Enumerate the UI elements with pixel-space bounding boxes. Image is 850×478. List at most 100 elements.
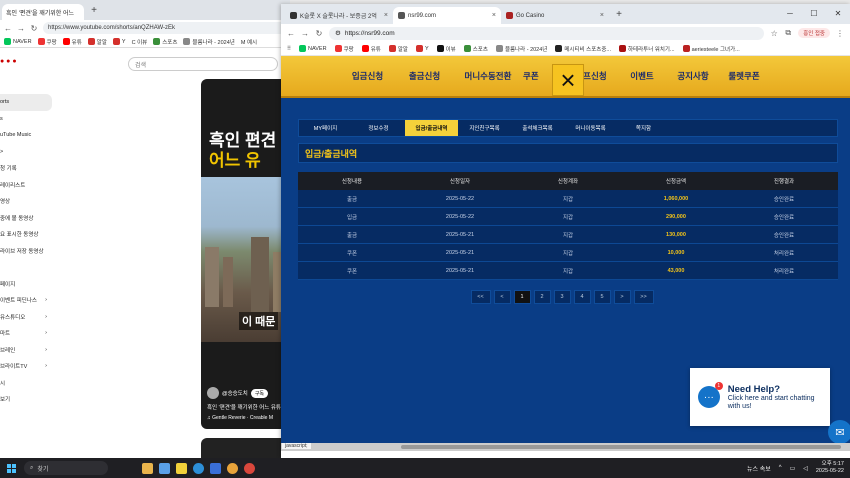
- horizontal-scrollbar[interactable]: [401, 445, 841, 449]
- minimize-icon[interactable]: ─: [778, 4, 802, 24]
- sidebar-item[interactable]: 보기: [0, 391, 52, 408]
- nav-event[interactable]: 이벤트: [619, 70, 665, 82]
- bookmark-item[interactable]: 스포츠: [463, 45, 488, 53]
- start-button[interactable]: [0, 458, 22, 478]
- youtube-search-input[interactable]: 검색: [128, 57, 278, 71]
- menu-icon[interactable]: ⋮: [836, 29, 844, 38]
- star-icon[interactable]: ☆: [770, 29, 778, 38]
- chrome-active-icon[interactable]: [244, 462, 255, 474]
- tab-deposit-withdraw-history[interactable]: 입금/출금내역: [405, 120, 458, 136]
- chat-launcher-icon[interactable]: ✉: [828, 420, 850, 443]
- bookmark-item[interactable]: 하테라투너 워치기...: [618, 45, 675, 53]
- page-button-2[interactable]: 2: [533, 290, 551, 304]
- close-window-icon[interactable]: ✕: [826, 4, 850, 24]
- bookmark-item[interactable]: 블룸나라 - 2024년: [183, 38, 235, 46]
- last-page-button[interactable]: >>: [633, 290, 654, 304]
- bookmark-item[interactable]: 알알: [388, 45, 408, 53]
- nav-money-transfer[interactable]: 머니수동전환: [453, 70, 523, 82]
- forward-arrow-icon[interactable]: →: [301, 29, 309, 38]
- sidebar-item[interactable]: 브라이트TV ›: [0, 358, 52, 375]
- chrome-icon[interactable]: [227, 462, 238, 474]
- sidebar-item[interactable]: uTube Music: [0, 127, 52, 144]
- forward-arrow-icon[interactable]: →: [17, 24, 25, 33]
- sidebar-item[interactable]: 페이지: [0, 276, 52, 293]
- bookmark-item[interactable]: 쿠팡: [37, 38, 57, 46]
- extensions-icon[interactable]: ⧉: [784, 28, 792, 38]
- close-icon[interactable]: ×: [492, 12, 496, 19]
- bookmark-item[interactable]: 이뷰: [436, 45, 456, 53]
- tab-mypage[interactable]: MY페이지: [299, 120, 352, 136]
- bookmark-item[interactable]: Y: [112, 38, 126, 45]
- youtube-logo-icon[interactable]: ● ● ●: [0, 58, 17, 65]
- next-page-button[interactable]: >: [613, 290, 631, 304]
- first-page-button[interactable]: <<: [470, 290, 491, 304]
- page-button-5[interactable]: 5: [593, 290, 611, 304]
- url-field[interactable]: ⚙ https://nsr99.com: [329, 26, 765, 40]
- new-tab-icon[interactable]: +: [88, 5, 100, 16]
- avatar[interactable]: [207, 387, 219, 399]
- short-music[interactable]: ♫ Gentle Reverie · Creable M: [207, 415, 273, 421]
- file-explorer-icon[interactable]: [142, 462, 153, 474]
- bookmark-item[interactable]: C 이뷰: [132, 38, 148, 46]
- tab-kslot[interactable]: K슬롯 X 슬롯나라 - 보증금 2억 ×: [285, 7, 393, 24]
- reload-icon[interactable]: ↻: [30, 24, 38, 33]
- sidebar-item[interactable]: 청 기록: [0, 160, 52, 177]
- sidebar-item[interactable]: 라이브 저장 동영상: [0, 243, 52, 260]
- nav-notice[interactable]: 공지사항: [665, 70, 721, 82]
- bookmark-item[interactable]: Y: [415, 45, 429, 52]
- next-short-preview[interactable]: [201, 438, 290, 458]
- close-icon[interactable]: ×: [552, 64, 584, 96]
- page-button-1[interactable]: 1: [513, 290, 531, 304]
- apps-icon[interactable]: ⠿: [287, 46, 291, 52]
- news-widget[interactable]: 뉴스 속보: [747, 464, 771, 473]
- bookmark-item[interactable]: 스포츠: [153, 38, 177, 46]
- sidebar-item[interactable]: 브레인 ›: [0, 342, 52, 359]
- bookmark-item[interactable]: NAVER: [4, 38, 32, 45]
- subscribe-button[interactable]: 구독: [250, 388, 269, 398]
- back-arrow-icon[interactable]: ←: [287, 29, 295, 38]
- tab-attendance-list[interactable]: 출석체크목록: [511, 120, 564, 136]
- short-author-name[interactable]: @승승도치: [222, 389, 248, 397]
- page-button-4[interactable]: 4: [573, 290, 591, 304]
- sidebar-item[interactable]: [0, 259, 52, 276]
- tab-friends-list[interactable]: 지인친구목록: [458, 120, 511, 136]
- bookmark-item[interactable]: M 예시: [241, 38, 257, 46]
- tray-up-icon[interactable]: ^: [779, 465, 782, 471]
- nav-deposit-request[interactable]: 입금신청: [339, 70, 396, 82]
- sidebar-item[interactable]: 영상: [0, 193, 52, 210]
- bookmark-item[interactable]: 유튜: [361, 45, 381, 53]
- back-tab[interactable]: 흑인 '편견'을 깨기위한 어느: [2, 4, 84, 20]
- sidebar-item[interactable]: 마트 ›: [0, 325, 52, 342]
- tab-nsr99[interactable]: nsr99.com ×: [393, 7, 501, 24]
- network-icon[interactable]: ▭: [790, 465, 796, 472]
- page-button-3[interactable]: 3: [553, 290, 571, 304]
- sidebar-item[interactable]: 요 표시한 동영상: [0, 226, 52, 243]
- reload-icon[interactable]: ↻: [315, 29, 323, 38]
- volume-icon[interactable]: ◁: [803, 465, 808, 472]
- bookmark-item[interactable]: 유튜: [62, 38, 82, 46]
- shorts-video-player[interactable]: 흑인 편견 어느 유 이 때문 @승승도치 구독 흑인 '편견'을 깨기위한 어…: [201, 79, 290, 429]
- back-url-field[interactable]: https://www.youtube.com/shorts/anQZHAW-z…: [43, 22, 286, 34]
- maximize-icon[interactable]: ☐: [802, 4, 826, 24]
- sidebar-item[interactable]: 시: [0, 375, 52, 392]
- tab-gocasino[interactable]: Go Casino ×: [501, 7, 609, 24]
- store-icon[interactable]: [210, 462, 221, 474]
- sidebar-item[interactable]: 이벤트 피딘나스 ›: [0, 292, 52, 309]
- taskbar-search-input[interactable]: ⌕ 찾기: [24, 461, 108, 475]
- bookmark-item[interactable]: NAVER: [299, 45, 327, 52]
- bookmark-item[interactable]: 블룸나라 - 2024년: [495, 45, 547, 53]
- nav-withdraw-request[interactable]: 출금신청: [396, 70, 453, 82]
- sidebar-item[interactable]: >: [0, 144, 52, 161]
- edge-icon[interactable]: [193, 462, 204, 474]
- site-info-icon[interactable]: ⚙: [335, 29, 341, 37]
- clock[interactable]: 오후 5:17 2025-05-22: [816, 461, 844, 475]
- sidebar-item[interactable]: 레이리스트: [0, 177, 52, 194]
- nav-roulette-coupon[interactable]: 룰렛쿠폰: [721, 70, 767, 82]
- prev-page-button[interactable]: <: [493, 290, 511, 304]
- bookmark-item[interactable]: aeriesteele 그녀가...: [682, 45, 740, 53]
- bookmark-item[interactable]: 알알: [87, 38, 107, 46]
- sticky-notes-icon[interactable]: [176, 462, 187, 474]
- sidebar-item[interactable]: 중에 볼 동영상: [0, 210, 52, 227]
- bookmark-item[interactable]: 쿠팡: [334, 45, 354, 53]
- tab-messages[interactable]: 쪽지함: [617, 120, 670, 136]
